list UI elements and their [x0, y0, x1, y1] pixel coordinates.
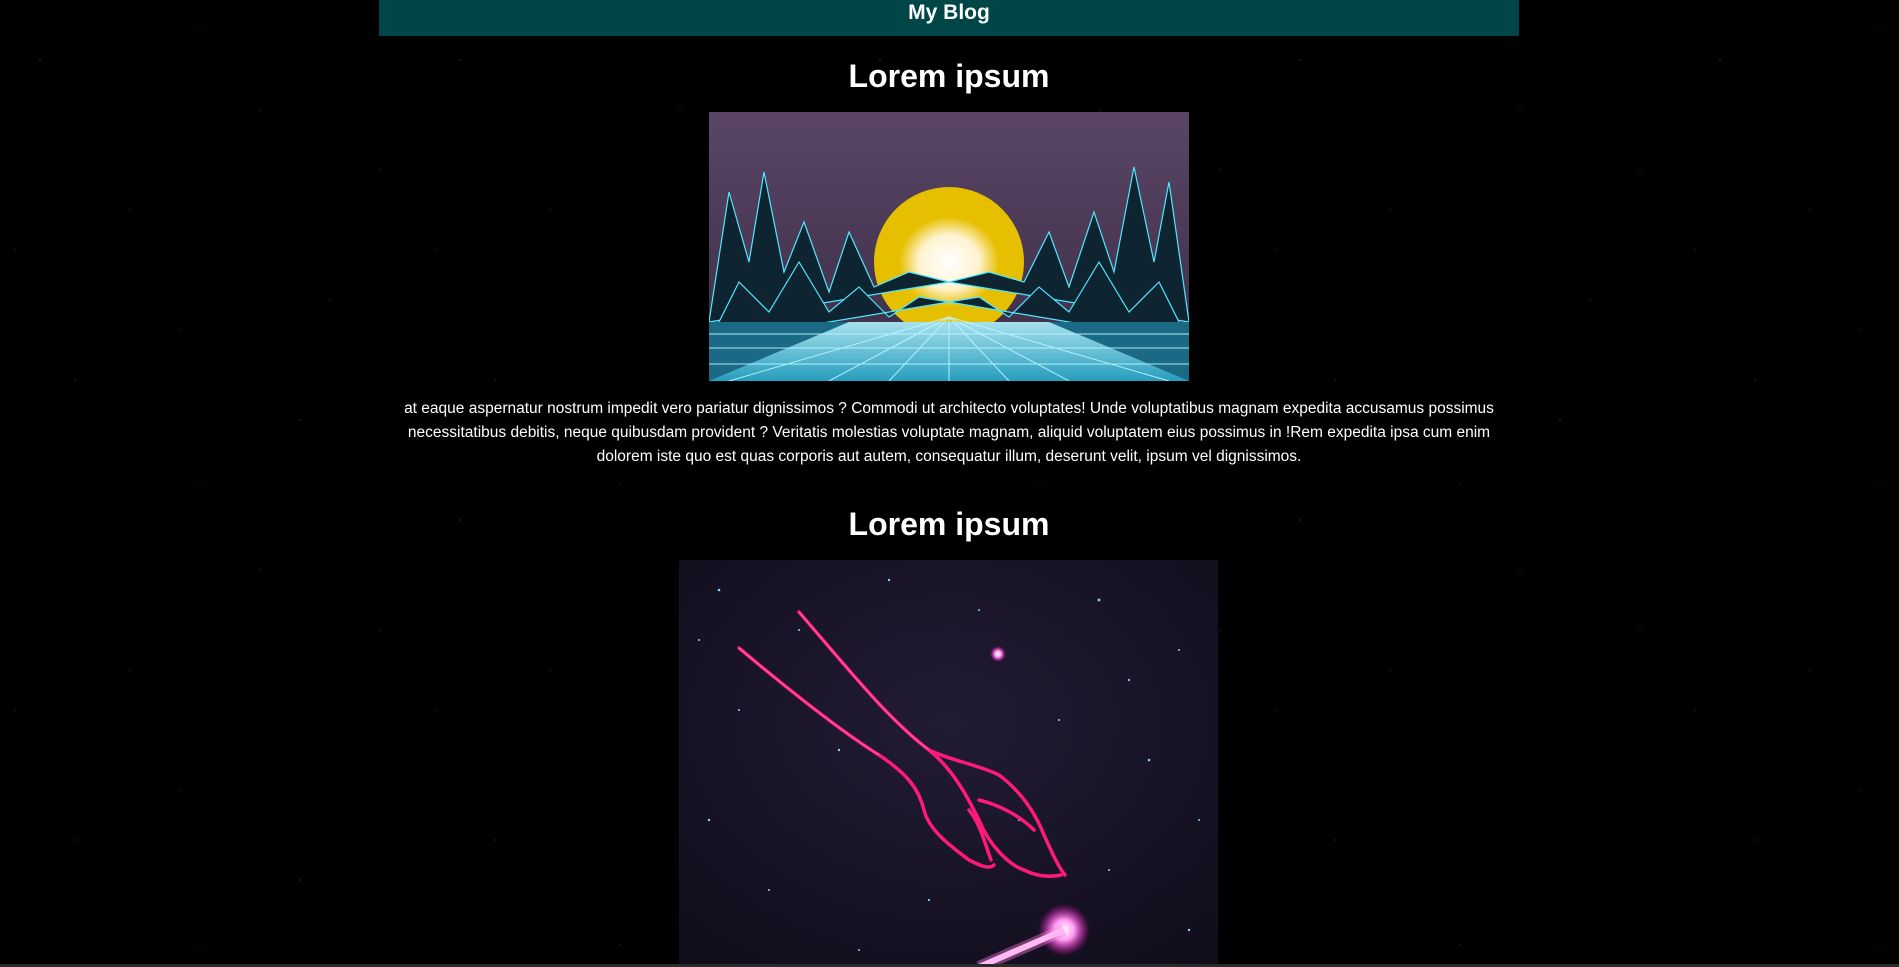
site-header: My Blog [379, 0, 1519, 36]
neon-hand-space-image [679, 560, 1218, 967]
post-image-neon-hand [679, 560, 1218, 967]
post-image-synthwave [709, 112, 1189, 381]
synthwave-mountains-image [709, 112, 1189, 381]
post-title: Lorem ipsum [848, 58, 1050, 94]
site-title[interactable]: My Blog [908, 1, 990, 25]
post-title: Lorem ipsum [848, 506, 1050, 542]
post-body: at eaque aspernatur nostrum impedit vero… [404, 400, 1494, 465]
